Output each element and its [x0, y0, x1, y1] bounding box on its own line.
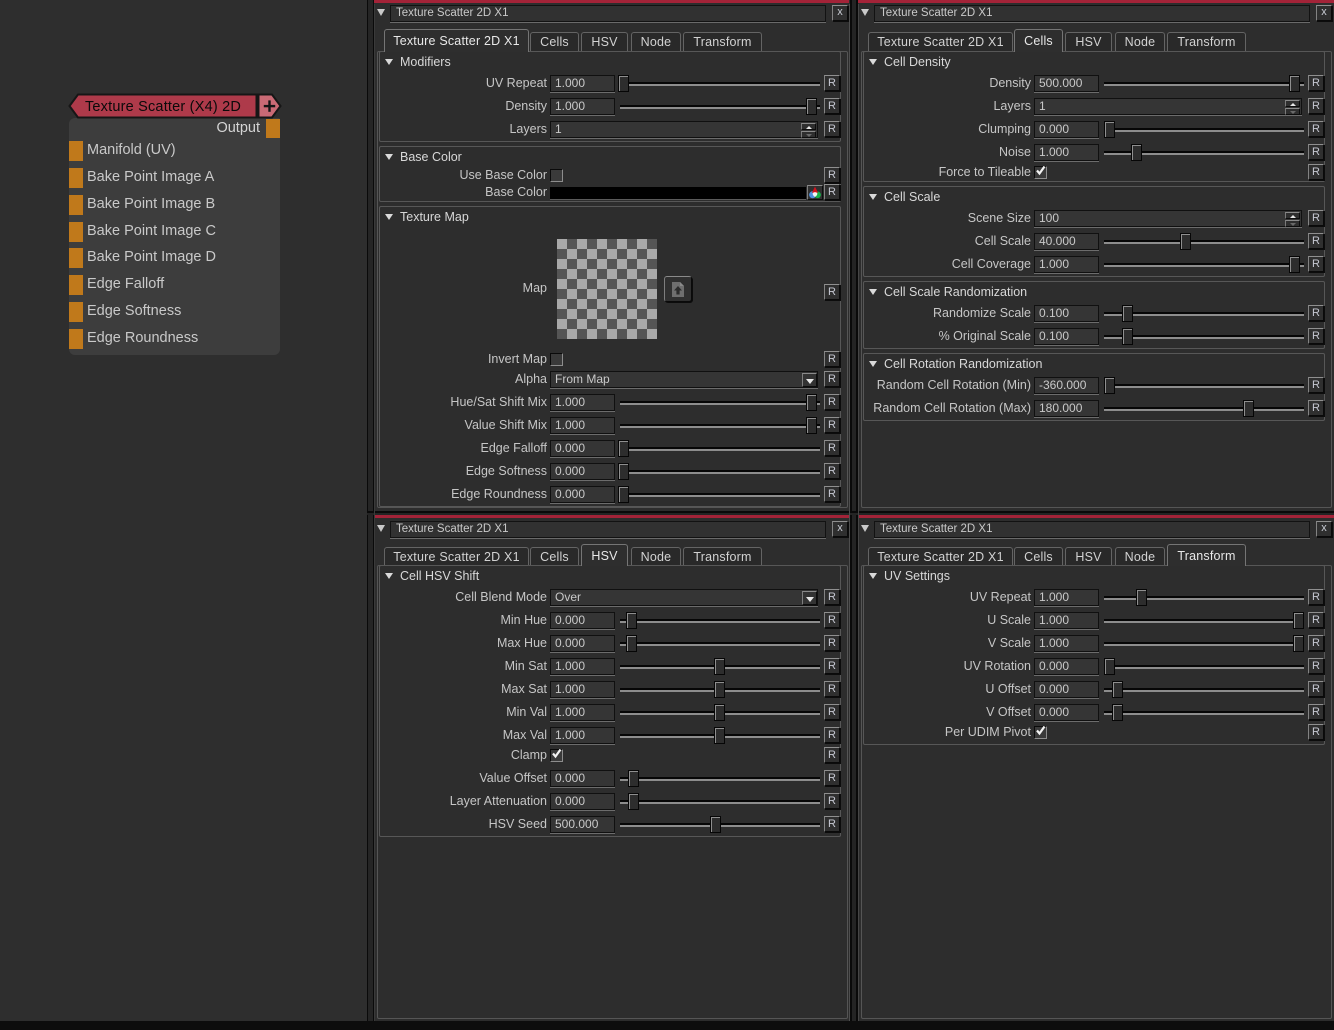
svg-text:Texture Scatter (X4) 2D: Texture Scatter (X4) 2D — [85, 99, 241, 115]
